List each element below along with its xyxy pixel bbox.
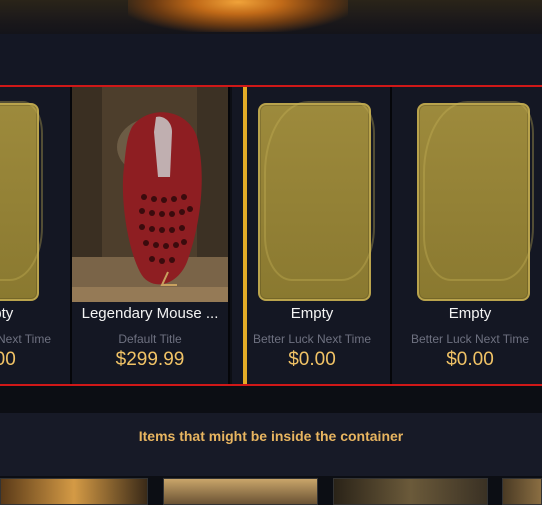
contents-header: [0, 413, 542, 476]
item-thumbnail[interactable]: [0, 478, 148, 505]
reel-card: Empty Better Luck Next Time $0.00: [0, 87, 72, 384]
card-subtitle: Better Luck Next Time: [252, 332, 372, 346]
contents-heading: Items that might be inside the container: [138, 428, 404, 444]
reel-card: Legendary Mouse ... Default Title $299.9…: [72, 87, 230, 384]
mouse-icon: [72, 87, 228, 302]
card-image: [0, 87, 70, 302]
card-image: [392, 87, 542, 302]
spin-reel: Empty Better Luck Next Time $0.00: [0, 85, 542, 386]
card-price: $0.00: [0, 349, 16, 370]
card-subtitle: Default Title: [118, 332, 182, 346]
case-banner: [0, 0, 542, 34]
mystery-box-icon: [258, 101, 375, 301]
item-thumbnail[interactable]: [502, 478, 542, 505]
card-name: Empty: [448, 305, 492, 322]
card-price: $0.00: [446, 349, 494, 370]
card-name: Empty: [0, 305, 14, 322]
card-name: Legendary Mouse ...: [81, 305, 219, 322]
item-thumbnail[interactable]: [163, 478, 318, 505]
case-art: [128, 0, 348, 32]
item-thumbnail[interactable]: [333, 478, 488, 505]
card-image: [232, 87, 390, 302]
header-band: [0, 34, 542, 86]
winner-marker: [243, 87, 247, 384]
reel-card: Empty Better Luck Next Time $0.00: [392, 87, 542, 384]
card-subtitle: Better Luck Next Time: [0, 332, 52, 346]
card-price: $299.99: [115, 349, 185, 370]
reel-card: Empty Better Luck Next Time $0.00: [232, 87, 392, 384]
card-name: Empty: [290, 305, 334, 322]
mystery-box-icon: [417, 101, 534, 301]
mystery-box-icon: [0, 101, 43, 301]
card-subtitle: Better Luck Next Time: [410, 332, 530, 346]
card-price: $0.00: [288, 349, 336, 370]
product-photo: [72, 87, 228, 302]
card-image: [72, 87, 228, 302]
